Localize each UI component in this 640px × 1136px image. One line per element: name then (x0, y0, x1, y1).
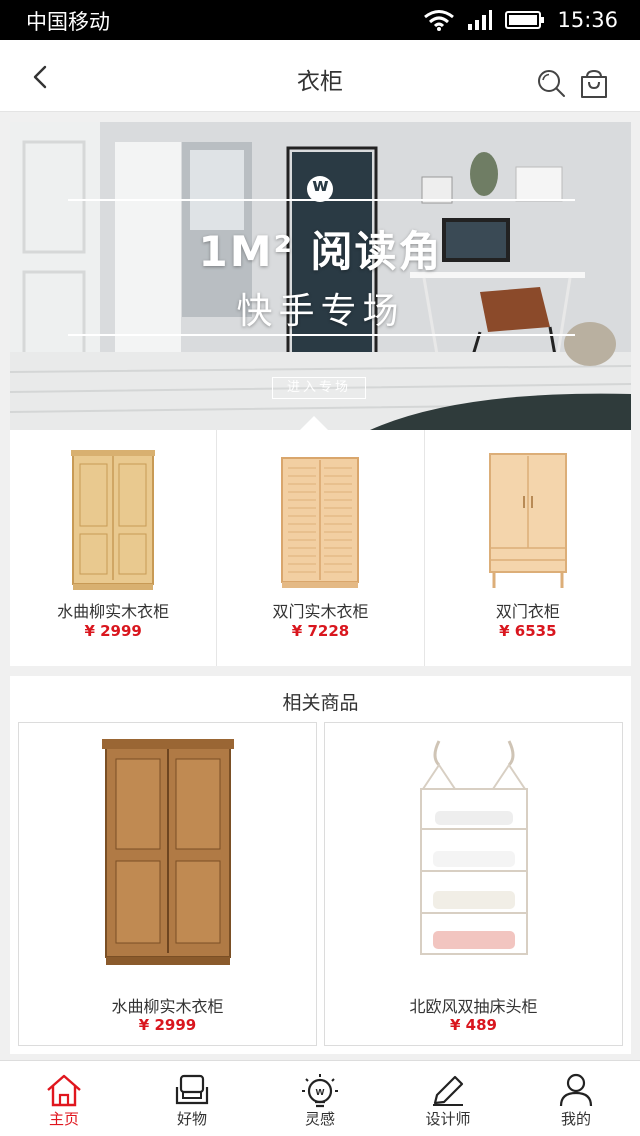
promo-banner[interactable]: w 1M² 阅读角 快手专场 进入专场 (10, 122, 631, 430)
banner-pointer (300, 416, 328, 430)
shopping-bag-icon[interactable] (578, 68, 610, 100)
product-price: ¥ 6535 (499, 622, 557, 640)
status-bar: 中国移动 15:36 (0, 0, 640, 40)
signal-icon (468, 10, 493, 30)
sofa-icon (175, 1074, 209, 1105)
product-name: 水曲柳实木衣柜 (57, 602, 170, 621)
product-row: 水曲柳实木衣柜 ¥ 2999 双门实木衣柜 ¥ 7228 双门衣柜 ¥ 6535 (10, 430, 631, 666)
bottom-tab-bar: 主页 好物 w 灵感 设计师 我的 (0, 1060, 640, 1136)
tab-goods[interactable]: 好物 (128, 1061, 256, 1136)
wardrobe-image (19, 737, 316, 993)
related-products-section: 相关商品 水曲柳实木衣柜 ¥ 2999 北欧风双抽床头柜 ¥ 489 (10, 676, 631, 1054)
pencil-icon (433, 1075, 464, 1106)
clock: 15:36 (557, 8, 618, 32)
banner-headline: 1M² 阅读角 (198, 227, 443, 276)
nav-bar: 衣柜 (0, 40, 640, 112)
tab-label: 主页 (48, 1110, 79, 1128)
enter-special-button[interactable]: 进入专场 (272, 377, 366, 399)
product-price: ¥ 489 (450, 1016, 497, 1034)
product-price: ¥ 7228 (291, 622, 350, 640)
hanging-shelf-image (325, 737, 622, 993)
tab-inspiration[interactable]: w 灵感 (256, 1061, 384, 1136)
tab-home[interactable]: 主页 (0, 1061, 128, 1136)
search-icon[interactable] (536, 68, 566, 98)
banner-subheadline: 快手专场 (236, 291, 405, 332)
wardrobe-image (217, 448, 423, 592)
wardrobe-image (425, 448, 631, 592)
lightbulb-icon: w (302, 1074, 338, 1108)
battery-icon (505, 11, 545, 29)
product-name: 北欧风双抽床头柜 (409, 997, 538, 1016)
section-title: 相关商品 (282, 692, 359, 714)
tab-designer[interactable]: 设计师 (384, 1061, 512, 1136)
person-icon (559, 1073, 593, 1107)
svg-text:w: w (315, 1086, 325, 1098)
product-card[interactable]: 双门实木衣柜 ¥ 7228 (216, 430, 423, 666)
tab-label: 我的 (560, 1110, 591, 1128)
wardrobe-image (10, 448, 216, 592)
tab-label: 好物 (176, 1110, 207, 1128)
tab-label: 灵感 (304, 1110, 335, 1128)
status-icons: 15:36 (423, 4, 618, 36)
product-name: 双门衣柜 (495, 602, 560, 621)
carrier-name: 中国移动 (26, 10, 110, 34)
tab-mine[interactable]: 我的 (512, 1061, 640, 1136)
home-icon (47, 1074, 81, 1107)
banner-logo-letter: w (312, 175, 329, 196)
product-price: ¥ 2999 (84, 622, 142, 640)
product-name: 双门实木衣柜 (272, 602, 369, 621)
product-name: 水曲柳实木衣柜 (111, 997, 224, 1016)
related-product-card[interactable]: 水曲柳实木衣柜 ¥ 2999 (18, 722, 317, 1046)
related-product-card[interactable]: 北欧风双抽床头柜 ¥ 489 (324, 722, 623, 1046)
wifi-icon (424, 10, 455, 31)
product-price: ¥ 2999 (138, 1016, 197, 1034)
tab-label: 设计师 (425, 1110, 471, 1128)
product-card[interactable]: 双门衣柜 ¥ 6535 (423, 430, 631, 666)
product-card[interactable]: 水曲柳实木衣柜 ¥ 2999 (10, 430, 216, 666)
